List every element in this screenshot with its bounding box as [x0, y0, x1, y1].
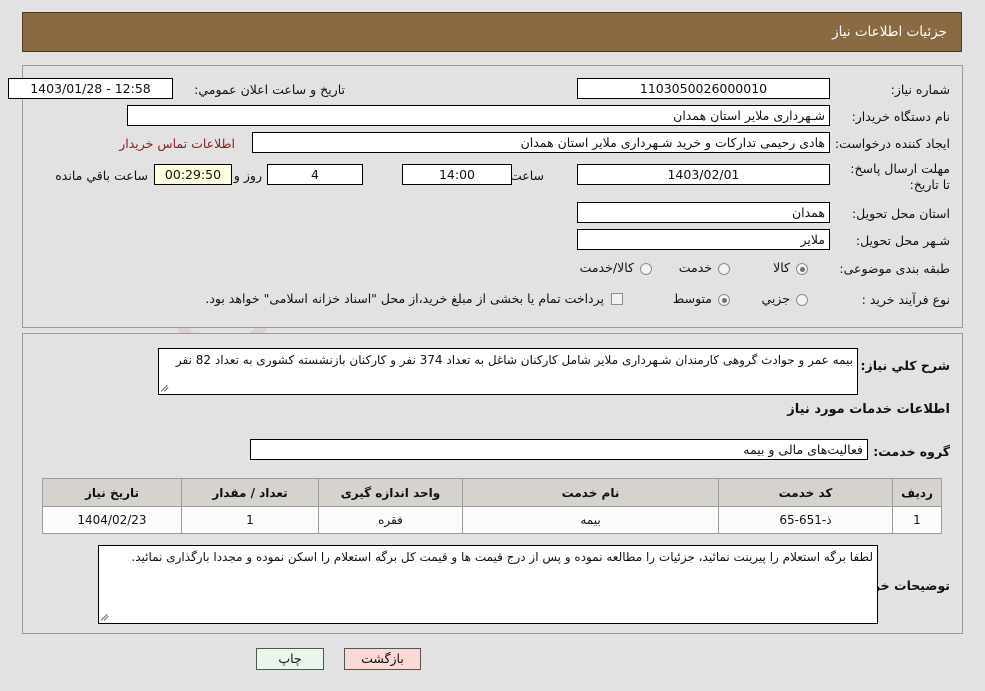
radio-category-kala[interactable] [796, 263, 808, 275]
need-info-panel: شماره نیاز: نام دستگاه خریدار: ایجاد کنن… [8, 65, 963, 328]
need-description-text: بیمه عمر و حوادث گروهی کارمندان شـهرداری… [175, 353, 853, 367]
radio-label-motavaset: متوسط [672, 291, 712, 306]
cell-radif: 1 [892, 506, 942, 534]
table-header-row: ردیف کد خدمت نام خدمت واحد اندازه گیری ت… [42, 478, 942, 507]
label-countdown-remaining: ساعت باقي مانده [55, 168, 148, 183]
cell-code: ذ-651-65 [718, 506, 893, 534]
radio-label-kala: کالا [773, 260, 790, 275]
services-table-wrapper: ردیف کد خدمت نام خدمت واحد اندازه گیری ت… [42, 478, 942, 534]
return-button[interactable]: بازگشت [344, 648, 421, 670]
cell-quantity: 1 [181, 506, 319, 534]
radio-category-kala-khedmat[interactable] [640, 263, 652, 275]
label-purchase-process-type: نوع فرآیند خرید : [861, 292, 950, 307]
th-unit: واحد اندازه گیری [318, 478, 463, 507]
label-service-group: گروه خدمت: [873, 444, 950, 459]
label-delivery-province: استان محل تحویل: [851, 206, 950, 221]
resize-grip-icon[interactable] [160, 383, 171, 393]
buyer-notes-textarea[interactable]: لطفا برگه استعلام را پیرینت نمائید، جزئی… [98, 545, 878, 624]
radio-label-khedmat: خدمت [678, 260, 712, 275]
label-subject-category: طبقه بندی موضوعی: [839, 261, 950, 276]
buyer-contact-link[interactable]: اطلاعات تماس خریدار [119, 136, 235, 151]
cell-unit: فقره [318, 506, 463, 534]
th-name: نام خدمت [462, 478, 719, 507]
print-button[interactable]: چاپ [256, 648, 324, 670]
services-section-title: اطلاعات خدمات مورد نیاز [787, 402, 950, 417]
radio-category-khedmat[interactable] [718, 263, 730, 275]
table-row: 1 ذ-651-65 بیمه فقره 1 1404/02/23 [42, 506, 942, 534]
label-remaining-days: روز و [233, 168, 262, 183]
countdown-field: 00:29:50 [154, 164, 232, 185]
page-title: جزئیات اطلاعات نیاز [832, 24, 947, 40]
services-table: ردیف کد خدمت نام خدمت واحد اندازه گیری ت… [42, 478, 942, 534]
label-delivery-city: شـهر محل تحویل: [855, 233, 950, 248]
label-need-description: شرح کلي نیاز: [860, 358, 950, 373]
radio-label-jozyi: جزیي [761, 291, 790, 306]
label-public-announcement-datetime: تاریخ و ساعت اعلان عمومي: [194, 82, 345, 97]
remaining-days-field[interactable]: 4 [267, 164, 363, 185]
delivery-city-field[interactable]: ملایر [577, 229, 830, 250]
treasury-documents-checkbox[interactable] [611, 293, 623, 305]
buyer-notes-text: لطفا برگه استعلام را پیرینت نمائید، جزئی… [131, 550, 873, 564]
th-quantity: تعداد / مقدار [181, 478, 319, 507]
need-number-field[interactable]: 1103050026000010 [577, 78, 830, 99]
cell-need-date: 1404/02/23 [42, 506, 182, 534]
radio-label-kala-khedmat: کالا/خدمت [579, 260, 634, 275]
th-need-date: تاریخ نیاز [42, 478, 182, 507]
th-code: کد خدمت [718, 478, 893, 507]
page-header-bar: جزئیات اطلاعات نیاز [22, 12, 962, 52]
radio-process-motavaset[interactable] [718, 294, 730, 306]
label-buyer-org: نام دستگاه خریدار: [851, 109, 950, 124]
radio-process-jozyi[interactable] [796, 294, 808, 306]
public-announcement-datetime-field[interactable]: 12:58 - 1403/01/28 [8, 78, 173, 99]
label-response-deadline: مهلت ارسال پاسخ: تا تاریخ: [850, 161, 950, 192]
label-request-creator: ایجاد کننده درخواست: [834, 136, 950, 151]
cell-name: بیمه [462, 506, 719, 534]
delivery-province-field[interactable]: همدان [577, 202, 830, 223]
need-description-textarea[interactable]: بیمه عمر و حوادث گروهی کارمندان شـهرداری… [158, 348, 858, 395]
treasury-documents-label: پرداخت تمام یا بخشی از مبلغ خرید،از محل … [205, 291, 604, 306]
service-group-field[interactable]: فعالیت‌های مالی و بیمه [250, 439, 868, 460]
label-deadline-hour: ساعت [509, 168, 544, 183]
request-creator-field[interactable]: هادی رحیمی تدارکات و خرید شـهرداری ملایر… [252, 132, 830, 153]
buyer-org-field[interactable]: شـهرداری ملایر استان همدان [127, 105, 830, 126]
resize-grip-icon-2[interactable] [100, 612, 111, 622]
deadline-date-field[interactable]: 1403/02/01 [577, 164, 830, 185]
deadline-hour-field[interactable]: 14:00 [402, 164, 512, 185]
label-need-number: شماره نیاز: [890, 82, 950, 97]
th-radif: ردیف [892, 478, 942, 507]
